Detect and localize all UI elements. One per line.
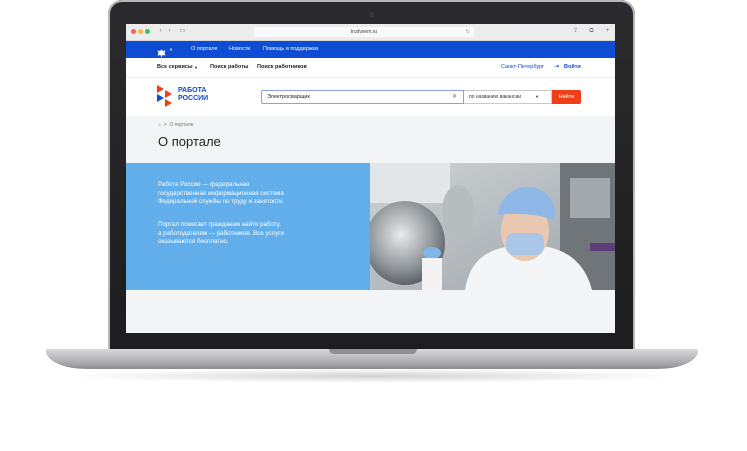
breadcrumb: ⌂ > О портале bbox=[158, 121, 194, 129]
minimize-window-button[interactable] bbox=[138, 29, 143, 34]
zoom-window-button[interactable] bbox=[145, 29, 150, 34]
laptop-screen: ‹ › ▭ trudvsem.ru ↻ ⇪ ⧉ + ▼ О портале Но… bbox=[126, 24, 615, 333]
nav-find-job[interactable]: Поиск работы bbox=[210, 58, 248, 77]
chevron-left-icon[interactable]: ‹ bbox=[157, 28, 164, 35]
login-link[interactable]: Войти bbox=[564, 58, 581, 77]
breadcrumb-current: О портале bbox=[169, 122, 194, 128]
chevron-down-icon: ▼ bbox=[194, 65, 198, 70]
about-paragraph-1: Работа России — федеральная государствен… bbox=[158, 181, 358, 207]
clear-icon[interactable]: ✕ bbox=[452, 91, 457, 103]
reload-icon[interactable]: ↻ bbox=[466, 27, 470, 37]
tabs-icon[interactable]: ⧉ bbox=[588, 28, 595, 35]
about-text-line: а работодателям — работников. Все услуги bbox=[158, 229, 285, 237]
search-mode-select[interactable]: по названию вакансии ▼ bbox=[464, 90, 552, 104]
search-input[interactable]: Электросварщик ✕ bbox=[261, 90, 464, 104]
govbar-link-help[interactable]: Помощь и поддержка bbox=[263, 41, 318, 58]
chevron-down-icon: ▼ bbox=[535, 94, 539, 99]
logo-mark-icon[interactable] bbox=[157, 85, 175, 107]
browser-toolbar: ‹ › ▭ trudvsem.ru ↻ ⇪ ⧉ + bbox=[126, 24, 615, 41]
hero-photo bbox=[370, 163, 615, 290]
home-icon[interactable]: ⌂ bbox=[158, 122, 161, 128]
govbar-link-about[interactable]: О портале bbox=[191, 41, 218, 58]
govbar-link-news[interactable]: Новости bbox=[229, 41, 250, 58]
coat-of-arms-icon bbox=[157, 45, 166, 58]
laptop-notch bbox=[329, 349, 417, 354]
about-text-line: Работа России — федеральная bbox=[158, 181, 250, 188]
webcam bbox=[369, 12, 374, 17]
share-icon[interactable]: ⇪ bbox=[572, 28, 579, 35]
add-tab-icon[interactable]: + bbox=[604, 28, 611, 35]
city-selector[interactable]: Санкт-Петербург bbox=[501, 58, 544, 77]
about-text-line: государственная информационная система bbox=[158, 189, 284, 197]
chevron-down-icon[interactable]: ▼ bbox=[169, 41, 173, 58]
logo-text[interactable]: РАБОТА РОССИИ bbox=[178, 87, 208, 102]
laptop-shadow bbox=[60, 369, 686, 383]
page-title: О портале bbox=[158, 134, 221, 149]
sidebar-icon[interactable]: ▭ bbox=[179, 28, 186, 35]
about-text-line: оказываются бесплатно. bbox=[158, 238, 229, 246]
url-text: trudvsem.ru bbox=[350, 29, 378, 35]
nav-find-workers[interactable]: Поиск работников bbox=[257, 58, 307, 77]
breadcrumb-separator: > bbox=[162, 122, 169, 128]
logo-line1: РАБОТА bbox=[178, 87, 207, 94]
chevron-right-icon[interactable]: › bbox=[166, 28, 173, 35]
logo-line2: РОССИИ bbox=[178, 94, 209, 102]
login-icon: ⇥ bbox=[554, 64, 560, 70]
search-button[interactable]: Найти bbox=[552, 90, 581, 104]
gov-bar: ▼ О портале Новости Помощь и поддержка bbox=[126, 41, 615, 58]
about-text-line: Федеральной службы по труду и занятости. bbox=[158, 198, 285, 206]
all-services-menu[interactable]: Все сервисы bbox=[157, 58, 193, 77]
search-input-value: Электросварщик bbox=[267, 94, 310, 100]
close-window-button[interactable] bbox=[131, 29, 136, 34]
about-text-line: Портал помогает гражданам найти работу, bbox=[158, 221, 281, 228]
main-nav: Все сервисы ▼ Поиск работы Поиск работни… bbox=[126, 58, 615, 78]
search-mode-value: по названию вакансии bbox=[469, 94, 522, 100]
about-paragraph-2: Портал помогает гражданам найти работу, … bbox=[158, 221, 358, 247]
address-bar[interactable]: trudvsem.ru ↻ bbox=[254, 27, 474, 37]
